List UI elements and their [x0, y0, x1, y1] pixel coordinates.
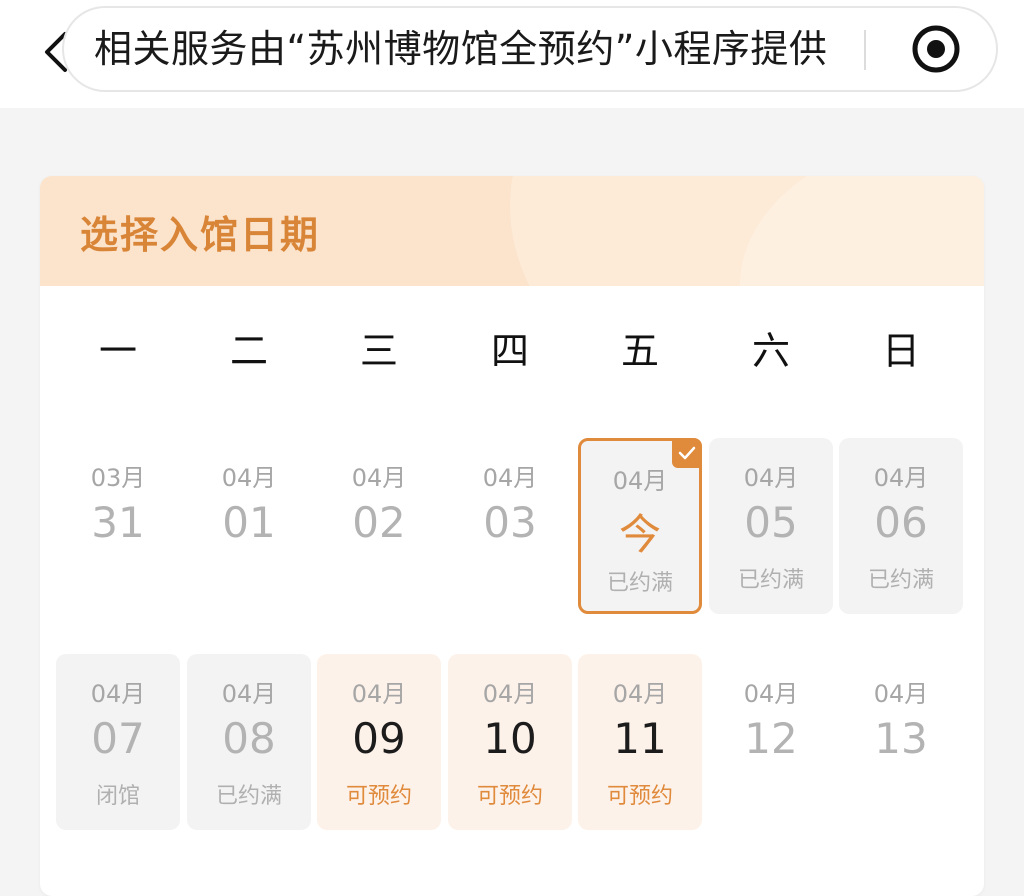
cell-month: 04月: [351, 680, 407, 708]
date-cell-today-selected[interactable]: 04月 今 已约满: [578, 438, 702, 614]
weekday-label: 二: [229, 329, 268, 373]
selected-check-badge: [672, 438, 702, 468]
cell-status: 可预约: [476, 784, 543, 809]
top-bar: 相关服务由“苏州博物馆全预约”小程序提供: [0, 0, 1024, 108]
card-header: 选择入馆日期: [40, 176, 984, 286]
cell-day: 今: [618, 510, 661, 559]
date-cell-0403: 04月 03: [448, 438, 572, 614]
weekday-label: 五: [620, 329, 659, 373]
date-cell-0412: 04月 12: [709, 654, 833, 830]
cell-month: 04月: [351, 464, 407, 492]
cell-day: 09: [352, 714, 406, 763]
cell-status: 已约满: [867, 568, 934, 593]
cell-month: 04月: [743, 680, 799, 708]
date-cell-0410[interactable]: 04月 10 可预约: [448, 654, 572, 830]
cell-month: 04月: [221, 680, 277, 708]
cell-day: 05: [744, 498, 798, 547]
date-cell-0409[interactable]: 04月 09 可预约: [317, 654, 441, 830]
date-selection-card: 选择入馆日期 一 二 三 四 五 六 日 03月 31 04月 01 04月 0…: [40, 176, 984, 896]
cell-day: 07: [91, 714, 145, 763]
date-cell-0411[interactable]: 04月 11 可预约: [578, 654, 702, 830]
cell-day: 02: [352, 498, 406, 547]
cell-status: 已约满: [215, 784, 282, 809]
cell-day: 01: [222, 498, 276, 547]
service-provider-text: 相关服务由“苏州博物馆全预约”小程序提供: [94, 27, 828, 71]
date-cell-0413: 04月 13: [839, 654, 963, 830]
cell-month: 04月: [873, 464, 929, 492]
date-cell-0408[interactable]: 04月 08 已约满: [187, 654, 311, 830]
cell-status: 可预约: [345, 784, 412, 809]
date-cell-0401: 04月 01: [187, 438, 311, 614]
record-button[interactable]: [910, 23, 962, 75]
date-cell-0402: 04月 02: [317, 438, 441, 614]
cell-month: 04月: [873, 680, 929, 708]
cell-day: 06: [874, 498, 928, 547]
card-title: 选择入馆日期: [80, 213, 321, 257]
cell-status: 已约满: [737, 568, 804, 593]
weekday-label: 一: [98, 329, 137, 373]
cell-status: 闭馆: [95, 784, 140, 809]
record-icon: [912, 25, 960, 73]
cell-day: 08: [222, 714, 276, 763]
cell-status: 可预约: [606, 784, 673, 809]
cell-day: 11: [613, 714, 667, 763]
cell-day: 03: [483, 498, 537, 547]
weekday-label: 日: [881, 329, 920, 373]
weekday-label: 三: [359, 329, 398, 373]
weekday-label: 四: [490, 329, 529, 373]
weekday-label: 六: [751, 329, 790, 373]
cell-day: 12: [744, 714, 798, 763]
date-cell-0405[interactable]: 04月 05 已约满: [709, 438, 833, 614]
date-cell-0407[interactable]: 04月 07 闭馆: [56, 654, 180, 830]
date-cell-0331: 03月 31: [56, 438, 180, 614]
cell-month: 04月: [743, 464, 799, 492]
cell-month: 03月: [90, 464, 146, 492]
date-cell-0406[interactable]: 04月 06 已约满: [839, 438, 963, 614]
checkmark-icon: [678, 446, 696, 460]
cell-month: 04月: [90, 680, 146, 708]
cell-month: 04月: [221, 464, 277, 492]
cell-day: 13: [874, 714, 928, 763]
cell-month: 04月: [612, 680, 668, 708]
cell-day: 31: [91, 498, 145, 547]
cell-month: 04月: [482, 680, 538, 708]
service-capsule: 相关服务由“苏州博物馆全预约”小程序提供: [62, 6, 998, 92]
cell-status: 已约满: [606, 571, 673, 596]
cell-month: 04月: [482, 464, 538, 492]
cell-day: 10: [483, 714, 537, 763]
capsule-divider: [864, 30, 866, 70]
